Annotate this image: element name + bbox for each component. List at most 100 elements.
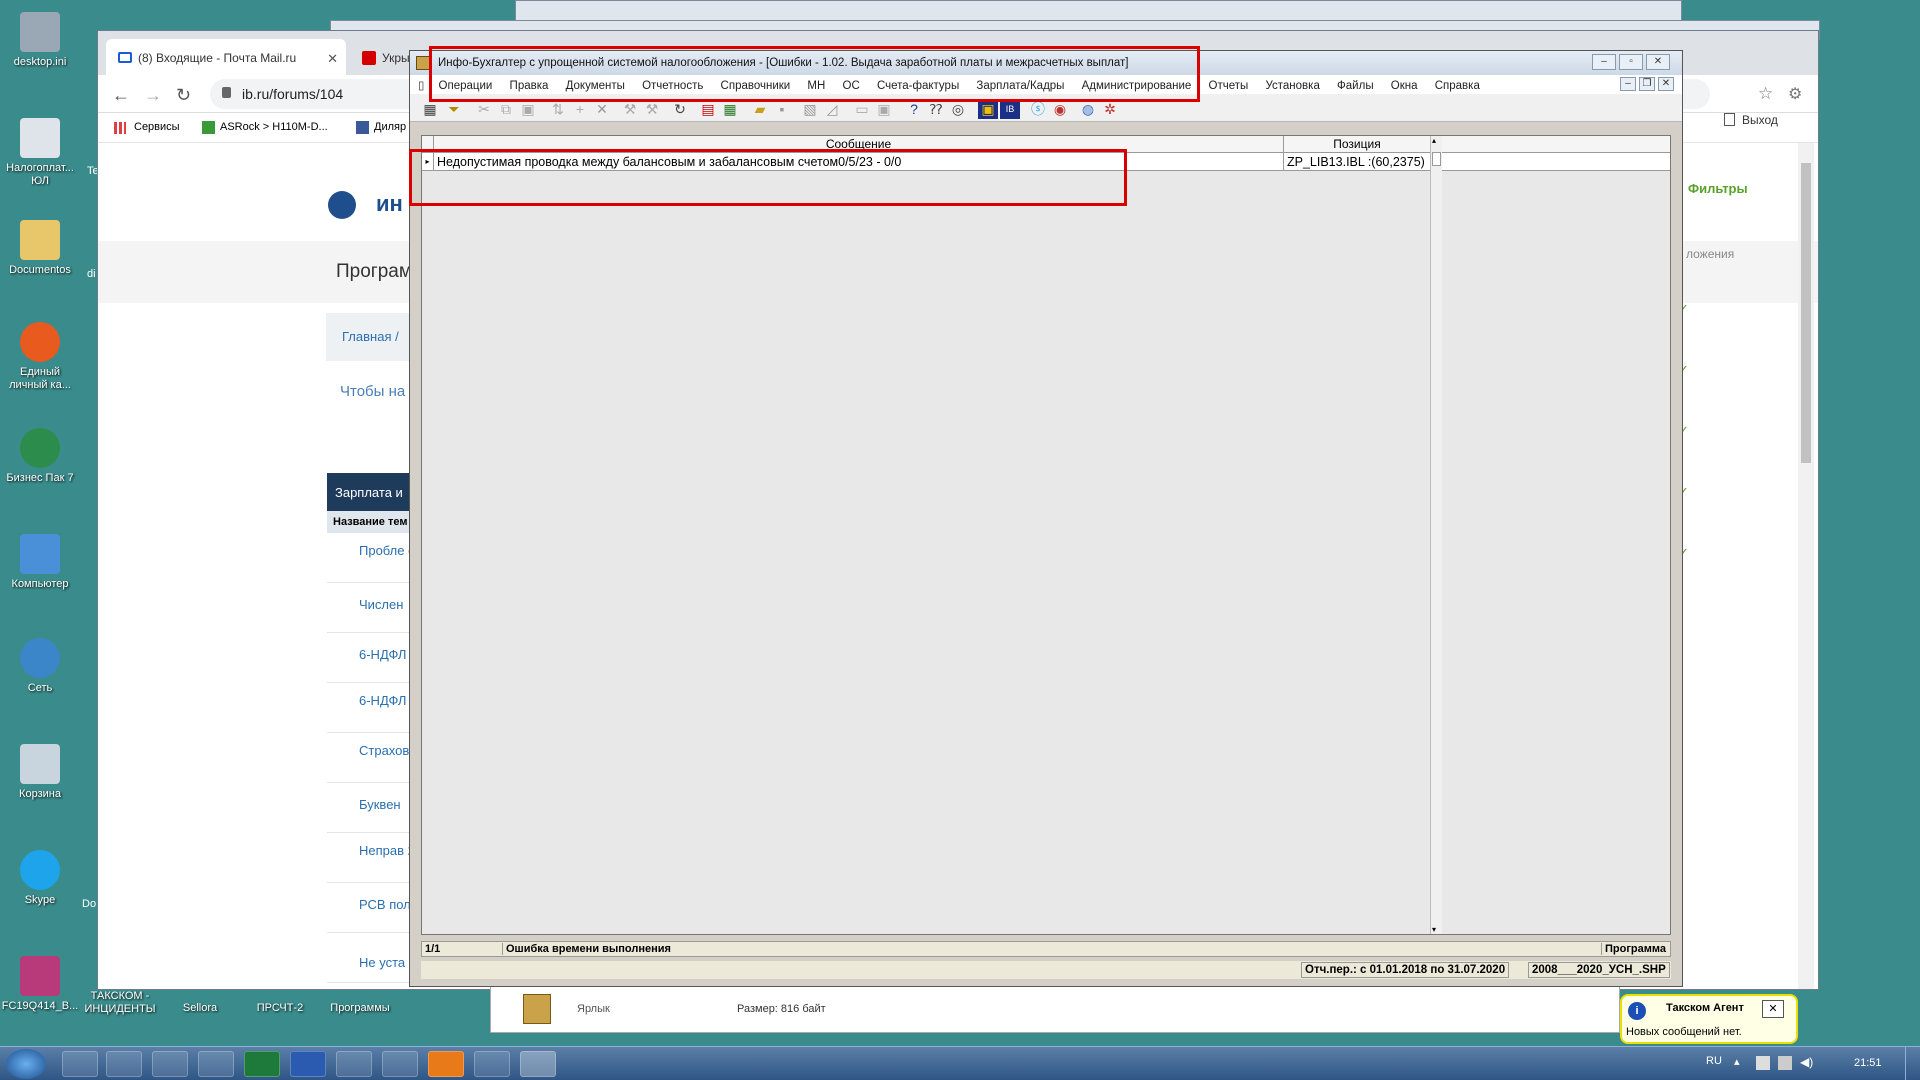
browser-tab-mail[interactable]: (8) Входящие - Почта Mail.ru ✕ <box>106 39 346 75</box>
scroll-up-icon[interactable]: ▴ <box>1432 136 1436 145</box>
child-restore-icon[interactable]: ❐ <box>1639 77 1655 91</box>
child-minimize-icon[interactable]: ‒ <box>1620 77 1636 91</box>
child-close-icon[interactable]: ✕ <box>1658 77 1674 91</box>
desktop-icon-takskom[interactable]: ТАКСКОМ - ИНЦИДЕНТЫ <box>80 990 160 1016</box>
network-tool-icon[interactable]: ✲ <box>1100 99 1120 119</box>
reload-icon[interactable]: ↻ <box>176 85 191 106</box>
menu-reports[interactable]: Отчеты <box>1202 77 1256 92</box>
clock[interactable]: 21:51 <box>1854 1057 1882 1069</box>
bookmark-dilyar[interactable]: Диляр <box>356 121 406 134</box>
exit-link[interactable]: Выход <box>1724 113 1778 127</box>
close-tab-icon[interactable]: ✕ <box>327 51 338 67</box>
taskbar-chrome-icon[interactable] <box>152 1051 188 1077</box>
help-icon[interactable]: ? <box>904 99 924 119</box>
language-indicator[interactable]: RU <box>1706 1055 1722 1067</box>
wand2-icon[interactable]: ⚒ <box>642 99 662 119</box>
menu-files[interactable]: Файлы <box>1330 77 1381 92</box>
close-icon[interactable]: ✕ <box>1646 54 1670 70</box>
desktop-icon-computer[interactable]: Компьютер <box>0 534 80 591</box>
sort-icon[interactable]: ⇅ <box>548 99 568 119</box>
app-logo-icon <box>416 56 430 70</box>
grid-scrollbar[interactable]: ▴ ▾ <box>1430 136 1442 934</box>
menu-help[interactable]: Справка <box>1428 77 1487 92</box>
image-icon[interactable]: ▧ <box>800 99 820 119</box>
taskbar-sellora-icon[interactable] <box>428 1051 464 1077</box>
star-icon[interactable]: ☆ <box>1758 84 1773 104</box>
minimize-icon[interactable]: ‒ <box>1592 54 1616 70</box>
calc-icon[interactable]: ▦ <box>720 99 740 119</box>
archive-icon <box>20 956 60 996</box>
desktop-icon-prschet[interactable]: ПРСЧТ-2 <box>240 1002 320 1015</box>
desktop-icon-nalogoplat[interactable]: Налогоплат... ЮЛ <box>0 118 80 188</box>
print-icon[interactable]: ▭ <box>852 99 872 119</box>
menu-settings[interactable]: Установка <box>1258 77 1326 92</box>
desktop-icon-fc19[interactable]: FC19Q414_B... <box>0 956 80 1013</box>
desktop-icon-skype[interactable]: Skype <box>0 850 80 907</box>
desktop-icon-network[interactable]: Сеть <box>0 638 80 695</box>
maximize-icon[interactable]: ▫ <box>1619 54 1643 70</box>
desktop-icon-sellora[interactable]: Sellora <box>160 1002 240 1015</box>
filters-button[interactable]: Фильтры <box>1688 181 1748 196</box>
delete-icon[interactable]: ✕ <box>592 99 612 119</box>
back-icon[interactable]: ← <box>112 85 130 106</box>
taskbar-chat-icon[interactable] <box>474 1051 510 1077</box>
desktop-icon-edinyi[interactable]: Единый личный ка... <box>0 322 80 392</box>
tray-flag-icon[interactable] <box>1756 1056 1770 1070</box>
desktop-icon-desktop-ini[interactable]: desktop.ini <box>0 12 80 69</box>
cut-icon[interactable]: ✂ <box>474 99 494 119</box>
taskbar-green-app-icon[interactable] <box>336 1051 372 1077</box>
chart-icon[interactable]: ◿ <box>822 99 842 119</box>
start-button-icon[interactable] <box>6 1049 46 1079</box>
scrollbar[interactable] <box>1798 143 1814 989</box>
tray-network-icon[interactable] <box>1778 1056 1792 1070</box>
context-help-icon[interactable]: ⁇ <box>926 99 946 119</box>
scrollbar-thumb[interactable] <box>1801 163 1811 463</box>
app-module-icon[interactable]: ▣ <box>978 99 998 119</box>
column-header-position[interactable]: Позиция <box>1284 136 1430 152</box>
forward-icon[interactable]: → <box>144 85 162 106</box>
pdf-icon[interactable]: ▤ <box>698 99 718 119</box>
bookmark-asrock[interactable]: ASRock > H110M-D... <box>202 121 328 134</box>
tray-volume-icon[interactable]: ◀) <box>1800 1055 1813 1069</box>
desktop-icon-programmy[interactable]: Программы <box>320 1002 400 1015</box>
taskbar-save-icon[interactable] <box>382 1051 418 1077</box>
open-folder-icon[interactable]: ▰ <box>750 99 770 119</box>
notification-close-icon[interactable]: ✕ <box>1762 1000 1784 1018</box>
save-icon[interactable]: ▪ <box>772 99 792 119</box>
web-icon[interactable]: ◍ <box>1078 99 1098 119</box>
compass-icon[interactable]: ◎ <box>948 99 968 119</box>
cell-position[interactable]: ZP_LIB13.IBL :(60,2375) <box>1284 153 1430 170</box>
paste-icon[interactable]: ▣ <box>518 99 538 119</box>
lock-icon <box>222 87 231 98</box>
bookmark-servisy[interactable]: Сервисы <box>134 121 180 133</box>
refresh-icon[interactable]: ↻ <box>670 99 690 119</box>
preview-icon[interactable]: ▣ <box>874 99 894 119</box>
scrollbar-thumb[interactable] <box>1432 152 1441 166</box>
taskbar-explorer-icon[interactable] <box>106 1051 142 1077</box>
tray-arrow-icon[interactable]: ▴ <box>1734 1055 1740 1068</box>
add-icon[interactable]: + <box>570 99 590 119</box>
ib10-icon[interactable]: IB <box>1000 99 1020 119</box>
show-desktop-button[interactable] <box>1905 1047 1920 1080</box>
apps-grid-icon[interactable] <box>114 122 126 134</box>
skype-toolbar-icon[interactable]: ⓢ <box>1028 99 1048 119</box>
taskbar-word-icon[interactable] <box>290 1051 326 1077</box>
wand-icon[interactable]: ⚒ <box>620 99 640 119</box>
taskbar-app-icon[interactable] <box>198 1051 234 1077</box>
desktop-icon-recycle-bin[interactable]: Корзина <box>0 744 80 801</box>
scroll-down-icon[interactable]: ▾ <box>1432 925 1436 934</box>
menu-windows[interactable]: Окна <box>1384 77 1425 92</box>
taskbar-excel-icon[interactable] <box>244 1051 280 1077</box>
table-view-icon[interactable]: ▦ <box>420 99 440 119</box>
site-logo-icon[interactable] <box>328 191 356 219</box>
shortcut-file-icon[interactable] <box>523 994 551 1024</box>
desktop-icon-documentos[interactable]: Documentos <box>0 220 80 277</box>
taskbar-info-buhgalter-icon[interactable] <box>520 1051 556 1077</box>
remote-help-icon[interactable]: ◉ <box>1050 99 1070 119</box>
extension-gear-icon[interactable]: ⚙ <box>1788 84 1802 104</box>
desktop-icon-biznes-pak[interactable]: Бизнес Пак 7 <box>0 428 80 485</box>
copy-icon[interactable]: ⧉ <box>496 99 516 119</box>
filter-icon[interactable]: ⏷ <box>444 99 464 119</box>
taskbar-ie-icon[interactable] <box>62 1051 98 1077</box>
site-logo-text[interactable]: ин <box>376 191 403 217</box>
